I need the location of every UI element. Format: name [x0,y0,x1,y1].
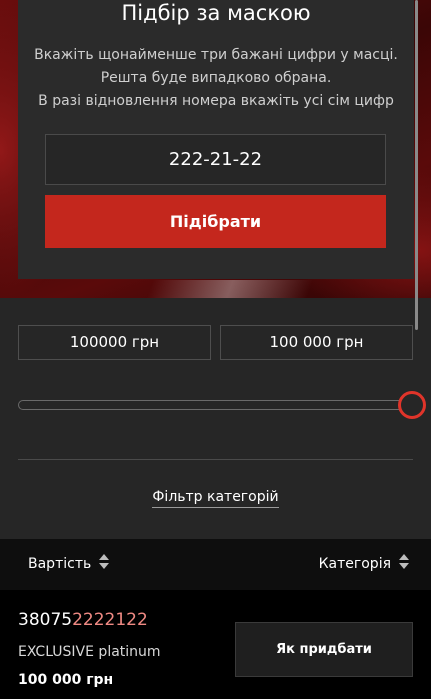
how-to-buy-button[interactable]: Як придбати [235,622,413,677]
price-slider-handle[interactable] [398,391,426,419]
phone-number: 380752222122 [18,610,148,630]
sort-bar: Вартість Категорія [0,539,431,590]
price-slider-track[interactable] [18,400,408,410]
sort-category-label: Категорія [318,556,391,572]
number-match: 2222122 [72,610,148,630]
result-item: 380752222122 EXCLUSIVE platinum 100 000 … [0,590,431,699]
mask-search-title: Підбір за маскою [121,1,311,25]
pick-button[interactable]: Підібрати [45,195,386,248]
page-scrollbar[interactable] [415,0,418,330]
number-category: EXCLUSIVE platinum [18,644,161,660]
number-price: 100 000 грн [18,672,114,688]
price-max-field[interactable]: 100 000 грн [220,325,413,360]
sort-by-category[interactable]: Категорія [319,539,409,590]
category-filter-link-wrap: Фільтр категорій [0,489,431,508]
description-line: В разі відновлення номера вкажіть усі сі… [38,93,394,109]
price-min-field[interactable]: 100000 грн [18,325,211,360]
number-prefix: 38075 [18,610,73,630]
description-line: Вкажіть щонайменше три бажані цифри у ма… [34,47,398,63]
sort-arrows-icon [99,553,110,571]
mask-search-card: Підбір за маскою Вкажіть щонайменше три … [18,0,414,279]
description-line: Решта буде випадково обрана. [100,70,332,86]
mask-input[interactable]: 222-21-22 [45,134,386,185]
category-filter-link[interactable]: Фільтр категорій [152,489,279,508]
sort-arrows-icon [399,553,409,571]
mask-search-description: Вкажіть щонайменше три бажані цифри у ма… [18,44,414,113]
sort-price-label: Вартість [28,556,92,572]
divider [18,459,413,460]
sort-by-price[interactable]: Вартість [28,539,110,590]
